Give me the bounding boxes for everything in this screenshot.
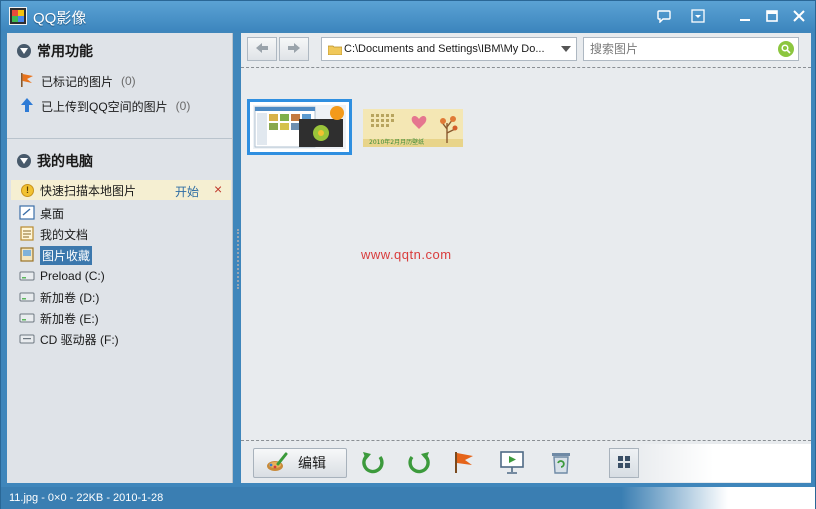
drive-icon: [19, 268, 35, 285]
sidebar-item-documents[interactable]: 我的文档: [19, 224, 88, 244]
drive-icon: [19, 310, 35, 327]
watermark-text: www.qqtn.com: [361, 247, 452, 262]
back-arrow-icon: [255, 42, 269, 57]
sidebar-item-pictures[interactable]: 图片收藏: [19, 245, 93, 265]
forward-button[interactable]: [279, 37, 309, 61]
sidebar-item-drive-d[interactable]: 新加卷 (D:): [19, 287, 99, 307]
sidebar-item-label: 新加卷 (D:): [40, 290, 100, 305]
paint-brush-icon: [266, 452, 288, 475]
rotate-left-icon: [360, 449, 386, 478]
section-computer[interactable]: 我的电脑: [17, 151, 93, 171]
edit-button-label: 编辑: [298, 455, 326, 471]
slideshow-icon: [499, 449, 525, 478]
delete-button[interactable]: [547, 449, 575, 477]
desktop-icon: [19, 204, 35, 223]
grid-view-icon: [617, 455, 631, 472]
address-bar[interactable]: C:\Documents and Settings\IBM\My Do...: [321, 37, 577, 61]
chevron-down-icon[interactable]: [556, 38, 576, 60]
sidebar-item-label: CD 驱动器 (F:): [40, 332, 119, 347]
documents-icon: [19, 225, 35, 244]
qq-image-logo-icon: [9, 7, 27, 25]
sidebar-item-label: 新加卷 (E:): [40, 311, 99, 326]
scan-close-icon[interactable]: ×: [214, 181, 222, 197]
thumbnail-image: [253, 105, 346, 149]
collapse-chevron-icon[interactable]: [17, 44, 31, 58]
bottom-toolbar: 编辑: [241, 444, 811, 482]
section-common-title: 常用功能: [37, 43, 93, 59]
title-bar[interactable]: QQ影像: [1, 1, 815, 31]
delete-icon: [548, 449, 574, 478]
sidebar-item-label: 已标记的图片: [41, 74, 114, 89]
sidebar-item-label: 图片收藏: [40, 245, 93, 265]
back-button[interactable]: [247, 37, 277, 61]
orange-flag-icon: [19, 72, 35, 91]
pane-splitter[interactable]: [237, 229, 239, 289]
sidebar: 常用功能 已标记的图片 (0) 已上传到QQ空间的图片 (0) 我的电脑 ! 快…: [7, 33, 233, 483]
sidebar-item-count: (0): [175, 99, 191, 113]
toolbar-divider: [241, 67, 811, 68]
top-toolbar: C:\Documents and Settings\IBM\My Do...: [241, 33, 811, 65]
collapse-chevron-icon[interactable]: [17, 154, 31, 168]
cd-drive-icon: [19, 331, 35, 348]
bottom-divider: [241, 440, 811, 441]
thumbnail-image: 2010年2月月历壁纸: [363, 109, 463, 147]
quick-scan-bar: ! 快速扫描本地图片 开始 ×: [11, 180, 231, 200]
menu-dropdown-icon[interactable]: [689, 7, 707, 25]
maximize-icon[interactable]: [763, 7, 781, 25]
minimize-icon[interactable]: [736, 7, 754, 25]
sidebar-item-drive-e[interactable]: 新加卷 (E:): [19, 308, 99, 328]
sidebar-item-marked[interactable]: 已标记的图片 (0): [19, 71, 136, 91]
flag-button[interactable]: [449, 449, 477, 477]
status-fade-overlay: [621, 487, 815, 509]
upload-arrow-icon: [19, 97, 35, 116]
flag-icon: [450, 449, 476, 478]
rotate-left-button[interactable]: [359, 449, 387, 477]
rotate-right-icon: [406, 449, 432, 478]
sidebar-item-drive-f[interactable]: CD 驱动器 (F:): [19, 329, 119, 349]
sidebar-item-label: Preload (C:): [40, 269, 105, 283]
sidebar-item-label: 我的文档: [40, 227, 89, 242]
pictures-icon: [19, 246, 35, 265]
drive-icon: [19, 289, 35, 306]
sidebar-item-uploaded[interactable]: 已上传到QQ空间的图片 (0): [19, 96, 190, 116]
section-common[interactable]: 常用功能: [17, 41, 93, 61]
sidebar-item-label: 已上传到QQ空间的图片: [41, 99, 168, 114]
sidebar-item-count: (0): [121, 74, 136, 88]
search-box: [583, 37, 799, 61]
sidebar-item-label: 桌面: [40, 206, 65, 221]
window-title: QQ影像: [33, 10, 87, 27]
warning-icon: !: [21, 183, 34, 197]
sidebar-divider: [7, 138, 233, 139]
sidebar-item-drive-c[interactable]: Preload (C:): [19, 266, 105, 286]
thumbnail-caption: 2010年2月月历壁纸: [369, 138, 424, 146]
search-input[interactable]: [590, 41, 770, 57]
thumbnail-calendar[interactable]: 2010年2月月历壁纸: [363, 109, 463, 147]
sidebar-item-desktop[interactable]: 桌面: [19, 203, 64, 223]
edit-button[interactable]: 编辑: [253, 448, 347, 478]
main-pane: C:\Documents and Settings\IBM\My Do... 搜…: [241, 33, 811, 483]
forward-arrow-icon: [287, 42, 301, 57]
speech-bubble-icon[interactable]: [655, 7, 673, 25]
toolbar-fade-overlay: [633, 444, 811, 482]
search-icon[interactable]: [778, 41, 794, 57]
slideshow-button[interactable]: [498, 449, 526, 477]
folder-icon: [327, 44, 343, 56]
thumbnail-selected[interactable]: [247, 99, 352, 155]
rotate-right-button[interactable]: [405, 449, 433, 477]
section-computer-title: 我的电脑: [37, 153, 93, 169]
scan-start-link[interactable]: 开始: [175, 183, 199, 200]
app-window: QQ影像 常用功能 已标记的图片 (0) 已上传到QQ空间的图片 (0) 我的电…: [0, 0, 816, 509]
status-text: 11.jpg - 0×0 - 22KB - 2010-1-28: [9, 492, 164, 504]
address-path: C:\Documents and Settings\IBM\My Do...: [344, 43, 545, 55]
status-bar: 11.jpg - 0×0 - 22KB - 2010-1-28: [1, 487, 815, 509]
quick-scan-label: 快速扫描本地图片: [40, 183, 137, 198]
close-icon[interactable]: [790, 7, 808, 25]
